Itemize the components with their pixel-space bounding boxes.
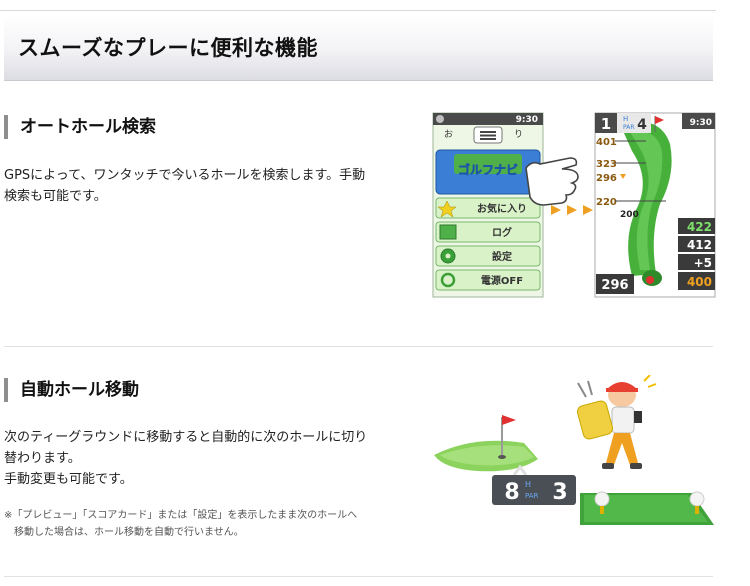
section-body-auto-hole-search: GPSによって、ワンタッチで今いるホールを検索します。手動 検索も可能です。 xyxy=(4,165,404,207)
note-line: ※「プレビュー」「スコアカード」または「設定」を表示したまま次のホールへ xyxy=(4,510,358,521)
menu-item-log: ログ xyxy=(435,221,541,243)
arrow-icons xyxy=(551,205,593,215)
menu-item-label: 電源OFF xyxy=(481,274,523,287)
body-line: GPSによって、ワンタッチで今いるホールを検索します。手動 xyxy=(4,168,366,183)
distance-label: 401 xyxy=(596,137,617,148)
gps-icon xyxy=(436,115,444,123)
hole-unit: H xyxy=(525,480,531,489)
body-line: 次のティーグラウンドに移動すると自動的に次のホールに切り xyxy=(4,430,368,445)
menu-item-favorites: お気に入り xyxy=(435,197,541,219)
course-screen: 1 H PAR 4 9:30 401 323 296 220 200 422 4… xyxy=(594,112,716,298)
menu-item-label: お気に入り xyxy=(477,202,527,215)
pointing-hand-icon xyxy=(525,157,579,206)
par-number: 4 xyxy=(637,117,647,133)
hole-number: 8 xyxy=(504,480,519,505)
section-body-auto-hole-move: 次のティーグラウンドに移動すると自動的に次のホールに切り 替わります。 手動変更… xyxy=(4,427,414,490)
score-value: 412 xyxy=(687,238,712,252)
body-line: 替わります。 xyxy=(4,451,81,466)
distance-label: 200 xyxy=(620,210,639,220)
par-label: PAR xyxy=(623,124,635,131)
golf-ball-icon xyxy=(594,491,610,507)
menu-screen: 9:30 お り ゴルフナビ お気に入り ログ 設定 電源OFF xyxy=(432,112,579,298)
distance-label: 323 xyxy=(596,159,617,170)
golf-ball-icon xyxy=(689,491,705,507)
hole-number: 1 xyxy=(601,115,611,133)
hole-unit: H xyxy=(623,115,628,123)
bottom-distance: 296 xyxy=(601,278,628,293)
menu-item-label: 設定 xyxy=(492,250,512,263)
distance-label: 296 xyxy=(596,173,617,184)
section-divider xyxy=(4,346,713,347)
note-line: 移動した場合は、ホール移動を自動で行いません。 xyxy=(14,527,244,538)
bottom-divider xyxy=(4,576,713,577)
score-value: 400 xyxy=(687,275,712,289)
par-label: PAR xyxy=(525,492,539,500)
scorecard-icon xyxy=(439,224,457,240)
menu-item-label: ログ xyxy=(492,226,512,239)
body-line: 手動変更も可能です。 xyxy=(4,472,133,487)
section-title-auto-hole-move: 自動ホール移動 xyxy=(4,378,139,402)
menu-time: 9:30 xyxy=(516,115,538,125)
auto-hole-search-illustration: 9:30 お り ゴルフナビ お気に入り ログ 設定 電源OFF 1 H PAR… xyxy=(432,112,716,298)
ball-icon xyxy=(646,276,654,284)
section-note: ※「プレビュー」「スコアカード」または「設定」を表示したまま次のホールへ 移動し… xyxy=(4,507,357,541)
hero-banner: スムーズなプレーに便利な機能 xyxy=(4,14,713,81)
course-time: 9:30 xyxy=(690,118,712,128)
menu-title-right: り xyxy=(514,129,523,140)
distance-label: 220 xyxy=(596,197,617,208)
par-number: 3 xyxy=(552,480,567,505)
menu-item-power-off: 電源OFF xyxy=(435,269,541,291)
auto-hole-move-illustration: 8 H PAR 3 xyxy=(434,375,714,525)
score-value: +5 xyxy=(694,256,712,270)
body-line: 検索も可能です。 xyxy=(4,189,107,204)
menu-item-settings: 設定 xyxy=(435,245,541,267)
score-value: 422 xyxy=(687,220,712,234)
golfer-character xyxy=(576,375,657,469)
section-title-auto-hole-search: オートホール検索 xyxy=(4,115,156,139)
menu-item-label: ゴルフナビ xyxy=(458,162,518,177)
page-title: スムーズなプレーに便利な機能 xyxy=(18,36,318,60)
top-divider xyxy=(0,10,716,11)
menu-title-left: お xyxy=(444,129,453,140)
